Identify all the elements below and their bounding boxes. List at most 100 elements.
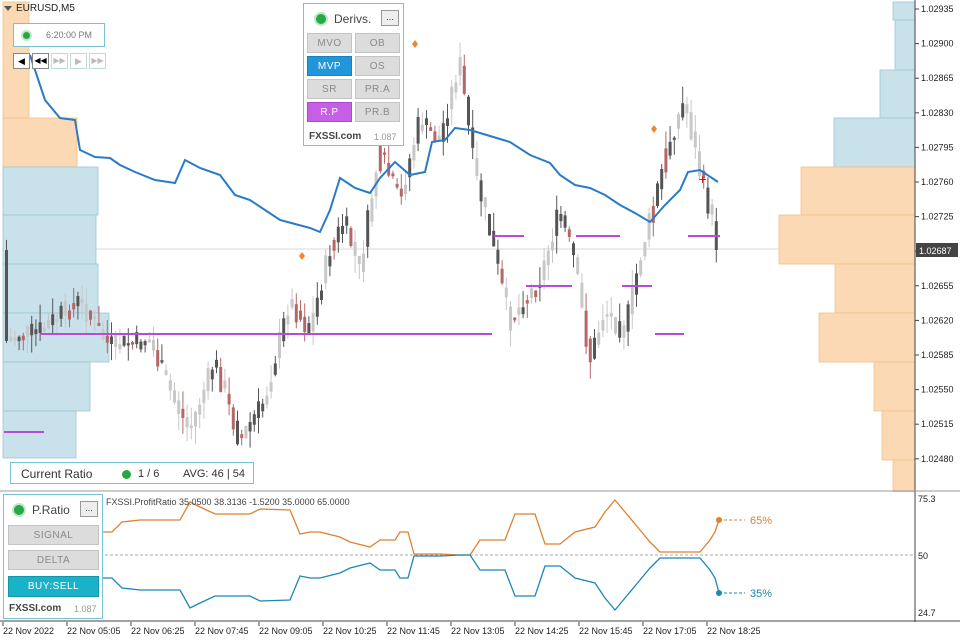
pra-button[interactable]: PR.A xyxy=(355,79,400,99)
time-tick-label: 22 Nov 14:25 xyxy=(515,626,569,636)
candle xyxy=(530,288,533,298)
sub-axis-top: 75.3 xyxy=(918,494,936,504)
candle xyxy=(345,216,349,226)
candle xyxy=(660,168,664,190)
time-tick-label: 22 Nov 10:25 xyxy=(323,626,377,636)
buy-ratio-line xyxy=(100,498,720,556)
candle xyxy=(105,335,109,343)
candle xyxy=(202,389,206,403)
clock-panel: 6:20:00 PM xyxy=(13,23,105,47)
price-tick-label: 1.02515 xyxy=(921,419,954,429)
dropdown-arrow-icon[interactable] xyxy=(4,6,12,11)
candle xyxy=(534,290,538,297)
candle xyxy=(513,317,517,321)
profit-ratio-chart[interactable]: 65% 35% 75.3 50 24.7 xyxy=(0,492,960,622)
candle xyxy=(59,305,63,319)
candle xyxy=(546,250,550,266)
candle xyxy=(643,242,647,257)
candle xyxy=(614,317,617,334)
candle xyxy=(551,241,554,251)
candle xyxy=(42,327,46,332)
candle xyxy=(5,250,8,341)
prb-button[interactable]: PR.B xyxy=(355,102,400,122)
nav-rewind-button[interactable]: ◀◀ xyxy=(32,53,49,69)
main-price-chart[interactable]: + 1.029351.029001.028651.028301.027951.0… xyxy=(0,0,960,492)
volume-bar xyxy=(894,19,916,71)
candle xyxy=(450,86,454,110)
ob-button[interactable]: OB xyxy=(355,33,400,53)
mvo-button[interactable]: MVO xyxy=(307,33,352,53)
rp-button[interactable]: R.P xyxy=(307,102,352,122)
sr-button[interactable]: SR xyxy=(307,79,352,99)
candle xyxy=(509,306,512,331)
pratio-menu-button[interactable]: ... xyxy=(80,501,98,517)
mvp-button[interactable]: MVP xyxy=(307,56,352,76)
nav-forward-button[interactable]: ▶▶ xyxy=(51,53,68,69)
candle xyxy=(689,112,693,140)
candle xyxy=(210,369,214,380)
candle xyxy=(198,404,202,415)
os-button[interactable]: OS xyxy=(355,56,400,76)
candle xyxy=(618,321,622,338)
crosshair-icon: + xyxy=(698,173,707,186)
candle xyxy=(160,360,164,363)
candle xyxy=(38,322,42,333)
delta-button[interactable]: DELTA xyxy=(8,550,99,570)
signal-button[interactable]: SIGNAL xyxy=(8,525,99,545)
candle xyxy=(261,403,265,412)
status-dot-icon xyxy=(21,30,32,41)
candle xyxy=(63,300,67,316)
clock-text: 6:20:00 PM xyxy=(46,30,93,40)
candle xyxy=(349,228,353,246)
volume-bar xyxy=(2,263,99,314)
derivs-menu-button[interactable]: ... xyxy=(381,10,399,26)
candle xyxy=(475,158,479,176)
candle xyxy=(412,144,416,161)
nav-prev-button[interactable]: ◀ xyxy=(13,53,30,69)
candle xyxy=(626,304,630,332)
candle xyxy=(605,314,609,317)
candle xyxy=(97,323,101,326)
candle xyxy=(307,323,311,334)
candle xyxy=(416,116,420,144)
time-tick-label: 22 Nov 13:05 xyxy=(451,626,505,636)
ratio-count: 1 / 6 xyxy=(138,468,160,480)
sell-ratio-dot xyxy=(716,590,722,596)
candle xyxy=(294,304,298,323)
ratio-avg: AVG: 46 | 54 xyxy=(183,468,245,480)
candle xyxy=(467,96,470,126)
time-tick-label: 22 Nov 06:25 xyxy=(131,626,185,636)
volume-bar xyxy=(818,312,916,363)
candle xyxy=(647,213,651,240)
candle xyxy=(572,243,575,256)
nav-next-button[interactable]: ▶ xyxy=(70,53,87,69)
sub-axis-bottom: 24.7 xyxy=(918,608,936,618)
candle xyxy=(366,210,370,247)
candle xyxy=(441,123,445,142)
price-tick-label: 1.02760 xyxy=(921,177,954,187)
pratio-version: 1.087 xyxy=(74,604,97,614)
price-tick-label: 1.02865 xyxy=(921,73,954,83)
candle xyxy=(353,242,357,256)
time-tick-label: 22 Nov 17:05 xyxy=(643,626,697,636)
buy-sell-button[interactable]: BUY:SELL xyxy=(8,576,99,597)
candle xyxy=(257,401,260,418)
candle xyxy=(236,420,239,445)
candle xyxy=(248,422,252,432)
candle xyxy=(34,329,38,335)
candle xyxy=(72,303,76,310)
candle xyxy=(462,65,466,94)
candle xyxy=(244,426,248,439)
candle xyxy=(290,298,294,308)
candle xyxy=(252,414,256,425)
candle xyxy=(559,213,563,222)
candle xyxy=(299,310,302,320)
derivs-version: 1.087 xyxy=(374,132,397,142)
candle xyxy=(336,226,340,243)
pratio-title: P.Ratio xyxy=(32,503,70,517)
nav-end-button[interactable]: ▶▶ xyxy=(89,53,106,69)
candle xyxy=(500,268,504,284)
candle xyxy=(341,225,344,234)
sell-ratio-value: 35% xyxy=(750,588,772,600)
volume-bar xyxy=(800,166,916,216)
